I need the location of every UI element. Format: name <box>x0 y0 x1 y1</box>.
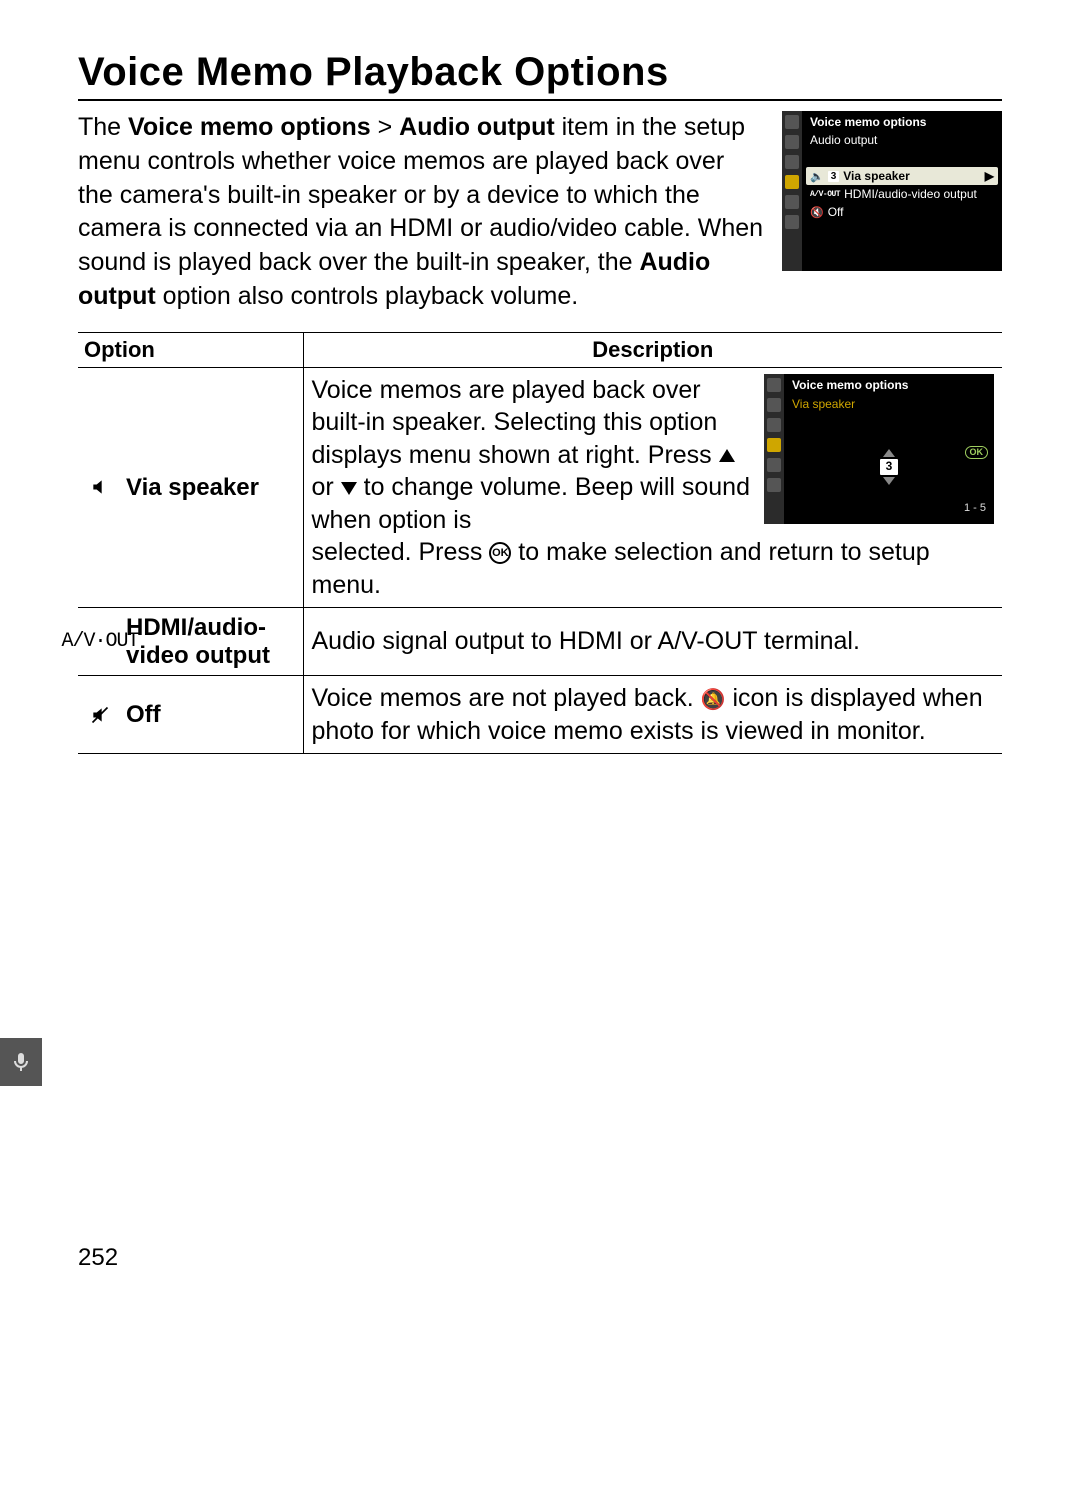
intro-text-1: The <box>78 113 128 141</box>
screenshot-sidebar <box>764 374 784 524</box>
down-arrow-icon <box>341 482 357 495</box>
sidebar-icon <box>767 458 781 472</box>
sidebar-icon <box>785 135 799 149</box>
intro-text-3: option also controls playback volume. <box>156 282 578 310</box>
ss1-row1-label: Via speaker <box>843 169 910 183</box>
option-label: Off <box>126 699 161 730</box>
chevron-right-icon: ▶ <box>985 169 994 183</box>
ss1-spacer <box>806 149 998 167</box>
intro-gt: > <box>371 113 400 141</box>
option-label: Via speaker <box>126 472 259 503</box>
sidebar-icon <box>785 215 799 229</box>
ss2-title: Voice memo options <box>788 376 990 396</box>
row3-desc: Voice memos are not played back. 🔕 icon … <box>303 676 1002 754</box>
speaker-icon: 🔈 <box>810 170 824 183</box>
intro-paragraph: The Voice memo options > Audio output it… <box>78 111 764 314</box>
page-number: 252 <box>78 1244 118 1272</box>
page-title: Voice Memo Playback Options <box>78 50 1002 101</box>
sidebar-icon <box>767 398 781 412</box>
up-arrow-icon <box>719 449 735 462</box>
row1-desc-b: or <box>312 473 341 501</box>
ss1-row3-label: Off <box>828 205 844 219</box>
sidebar-icon-active <box>785 175 799 189</box>
speaker-icon <box>86 477 114 497</box>
camera-screenshot-audio-output: Voice memo options Audio output 🔈 3 Via … <box>782 111 1002 271</box>
row1-desc-c1: to change volume. Beep will sound when o… <box>312 473 751 534</box>
row2-desc: Audio signal output to HDMI or A/V-OUT t… <box>303 608 1002 676</box>
sidebar-icon <box>767 418 781 432</box>
options-table: Option Description Via speaker <box>78 332 1002 755</box>
av-out-icon: A/V·OUT <box>86 629 114 655</box>
ok-icon: OK <box>965 446 989 460</box>
ss2-subtitle: Via speaker <box>788 395 990 415</box>
row1-desc-part-b: selected. Press OK to make selection and… <box>312 536 995 601</box>
sidebar-icon <box>785 195 799 209</box>
option-via-speaker: Via speaker <box>86 472 295 503</box>
down-arrow-icon <box>883 477 895 485</box>
row1-desc-a: Voice memos are played back over built-i… <box>312 376 719 469</box>
option-label: HDMI/audio-video output <box>126 614 295 669</box>
av-out-icon: A/V-OUT <box>810 190 840 199</box>
screenshot-body: Voice memo options Audio output 🔈 3 Via … <box>802 111 1002 271</box>
ss1-row-off: 🔇 Off <box>806 203 998 221</box>
sidebar-icon <box>785 115 799 129</box>
table-row: Via speaker Voice memos are played back … <box>78 367 1002 608</box>
intro-bold-2: Audio output <box>399 113 555 141</box>
option-off: Off <box>86 699 295 730</box>
table-row: A/V·OUT HDMI/audio-video output Audio si… <box>78 608 1002 676</box>
sidebar-icon <box>767 378 781 392</box>
sidebar-icon <box>767 478 781 492</box>
ss1-row-via-speaker: 🔈 3 Via speaker ▶ <box>806 167 998 185</box>
sidebar-icon-active <box>767 438 781 452</box>
row3-desc-a: Voice memos are not played back. <box>312 684 701 712</box>
ss1-subtitle: Audio output <box>806 131 998 149</box>
ss1-row-hdmi: A/V-OUT HDMI/audio-video output <box>806 185 998 203</box>
th-description: Description <box>303 332 1002 367</box>
screenshot-sidebar <box>782 111 802 271</box>
intro-bold-1: Voice memo options <box>128 113 371 141</box>
ss2-range: 1 - 5 <box>964 501 986 515</box>
sidebar-icon <box>785 155 799 169</box>
option-hdmi: A/V·OUT HDMI/audio-video output <box>86 614 295 669</box>
ok-icon: OK <box>489 542 511 564</box>
ss1-row2-label: HDMI/audio-video output <box>844 187 977 201</box>
side-tab-microphone-icon <box>0 1038 42 1086</box>
mute-icon: 🔇 <box>810 206 824 219</box>
mute-icon <box>86 705 114 725</box>
table-row: Off Voice memos are not played back. 🔕 i… <box>78 676 1002 754</box>
camera-screenshot-via-speaker: Voice memo options Via speaker 3 OK 1 - … <box>764 374 994 524</box>
intro-section: The Voice memo options > Audio output it… <box>78 111 1002 326</box>
th-option: Option <box>78 332 303 367</box>
mute-strike-icon: 🔕 <box>701 689 726 711</box>
row1-desc-part-a: Voice memos are played back over built-i… <box>312 374 751 537</box>
ss2-volume-level: 3 <box>880 459 899 475</box>
up-arrow-icon <box>883 449 895 457</box>
ss1-title: Voice memo options <box>806 113 998 131</box>
ss1-volume-level: 3 <box>828 171 840 182</box>
